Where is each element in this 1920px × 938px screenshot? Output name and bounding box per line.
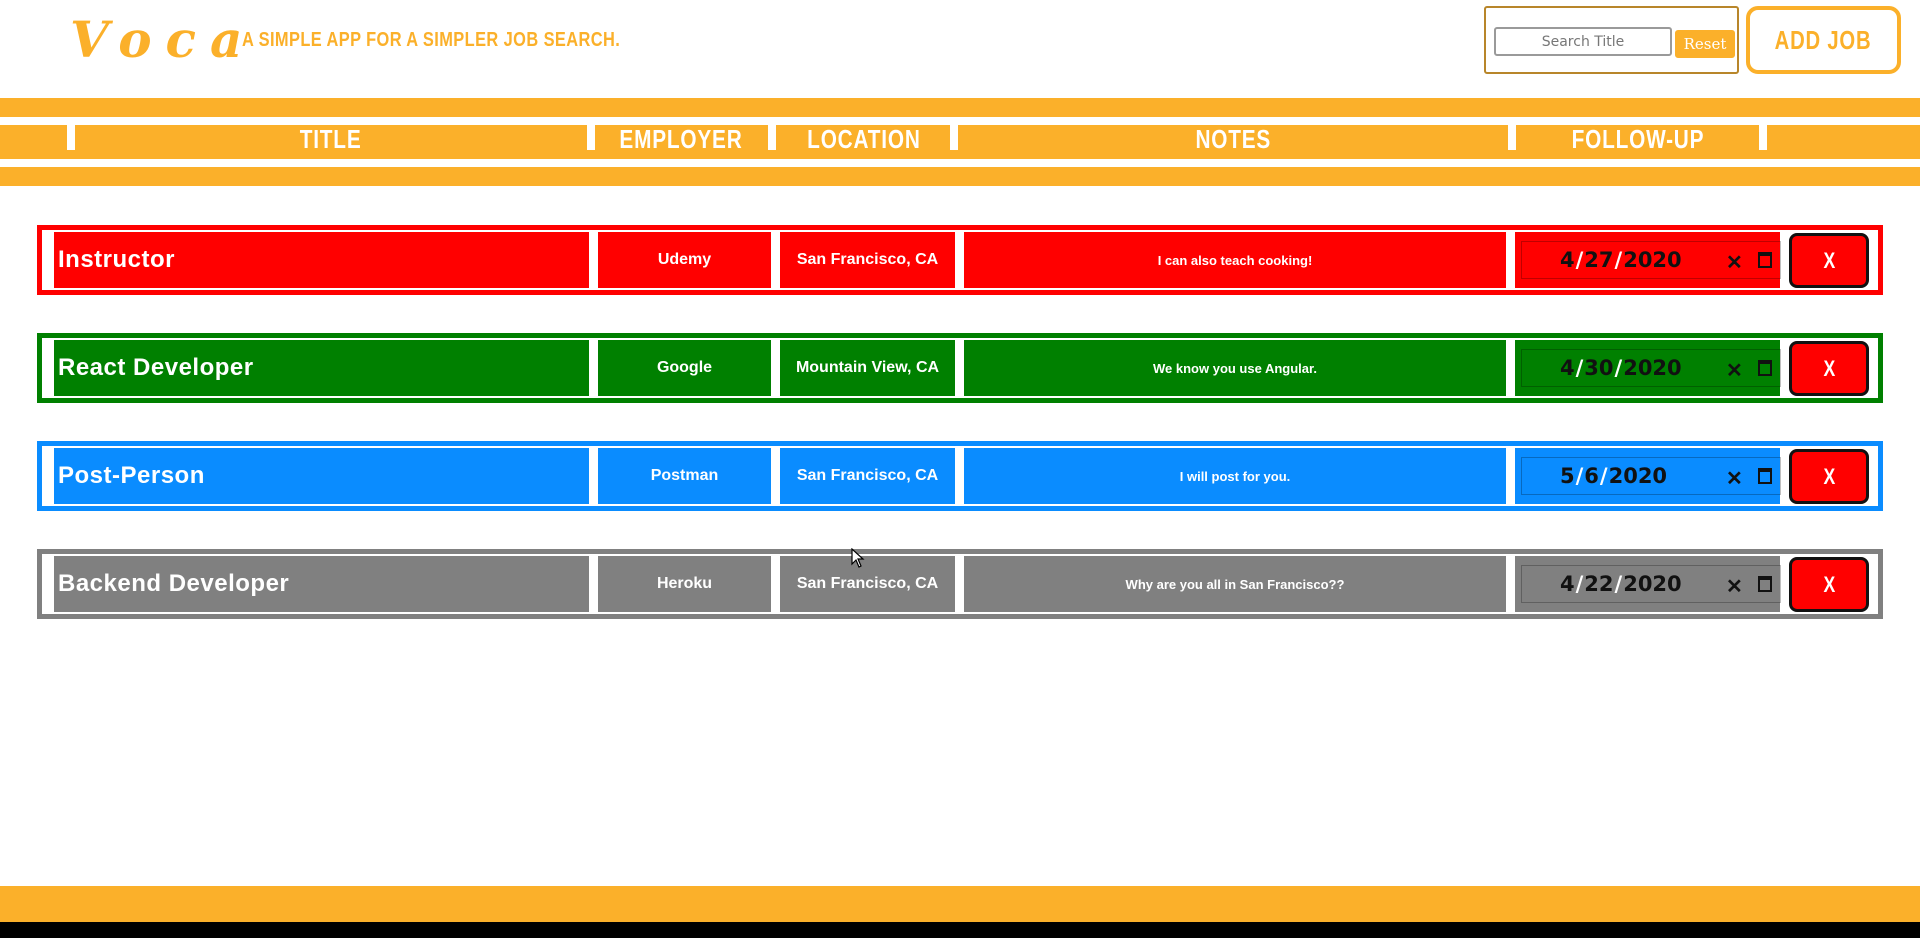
- column-divider: [1508, 124, 1516, 150]
- job-employer[interactable]: Udemy: [598, 232, 771, 288]
- search-panel: Reset: [1484, 6, 1739, 74]
- add-job-button[interactable]: ADD JOB: [1746, 6, 1901, 74]
- job-notes[interactable]: I can also teach cooking!: [964, 232, 1506, 288]
- column-divider: [768, 124, 776, 150]
- column-divider: [67, 124, 75, 150]
- column-divider: [1759, 124, 1767, 150]
- date-month: 5: [1560, 464, 1575, 488]
- app-logo[interactable]: Voca: [70, 10, 256, 69]
- date-year: 2020: [1608, 464, 1668, 488]
- column-header-notes[interactable]: NOTES: [958, 122, 1508, 156]
- app-tagline: A SIMPLE APP FOR A SIMPLER JOB SEARCH.: [242, 29, 621, 51]
- date-day: 27: [1584, 248, 1614, 272]
- calendar-icon[interactable]: [1758, 576, 1772, 592]
- job-employer[interactable]: Postman: [598, 448, 771, 504]
- add-job-label: ADD JOB: [1775, 24, 1872, 55]
- job-title[interactable]: Post-Person: [54, 448, 589, 504]
- date-day: 22: [1584, 572, 1614, 596]
- follow-up-cell: 4/30/2020 ✕: [1515, 340, 1781, 396]
- job-title[interactable]: React Developer: [54, 340, 589, 396]
- column-header-location[interactable]: LOCATION: [776, 122, 952, 156]
- job-row[interactable]: Post-Person Postman San Francisco, CA I …: [37, 441, 1883, 511]
- close-icon[interactable]: ✕: [1726, 466, 1743, 491]
- date-year: 2020: [1623, 572, 1682, 596]
- job-row[interactable]: Backend Developer Heroku San Francisco, …: [37, 549, 1883, 619]
- job-title[interactable]: Backend Developer: [54, 556, 589, 612]
- job-row[interactable]: Instructor Udemy San Francisco, CA I can…: [37, 225, 1883, 295]
- job-location[interactable]: San Francisco, CA: [780, 448, 955, 504]
- date-year: 2020: [1623, 356, 1682, 380]
- date-month: 4: [1560, 248, 1575, 272]
- job-employer[interactable]: Google: [598, 340, 771, 396]
- calendar-icon[interactable]: [1758, 360, 1772, 376]
- column-divider: [587, 124, 595, 150]
- job-location[interactable]: Mountain View, CA: [780, 340, 955, 396]
- date-month: 4: [1560, 356, 1575, 380]
- job-notes[interactable]: We know you use Angular.: [964, 340, 1506, 396]
- calendar-icon[interactable]: [1758, 252, 1772, 268]
- job-notes[interactable]: Why are you all in San Francisco??: [964, 556, 1506, 612]
- reset-button[interactable]: Reset: [1675, 30, 1735, 58]
- date-day: 30: [1584, 356, 1614, 380]
- follow-up-cell: 5/6/2020 ✕: [1515, 448, 1781, 504]
- job-notes[interactable]: I will post for you.: [964, 448, 1506, 504]
- follow-up-cell: 4/27/2020 ✕: [1515, 232, 1781, 288]
- job-title[interactable]: Instructor: [54, 232, 589, 288]
- footer-bar: [0, 886, 1920, 922]
- app-page: Voca A SIMPLE APP FOR A SIMPLER JOB SEAR…: [0, 0, 1920, 922]
- delete-job-button[interactable]: X: [1789, 557, 1869, 612]
- job-row[interactable]: React Developer Google Mountain View, CA…: [37, 333, 1883, 403]
- search-title-input[interactable]: [1494, 27, 1672, 56]
- column-header-title[interactable]: TITLE: [75, 122, 587, 156]
- delete-job-button[interactable]: X: [1789, 341, 1869, 396]
- date-day: 6: [1584, 464, 1599, 488]
- close-icon[interactable]: ✕: [1726, 250, 1743, 275]
- job-location[interactable]: San Francisco, CA: [780, 556, 955, 612]
- job-list: Instructor Udemy San Francisco, CA I can…: [0, 186, 1920, 886]
- date-month: 4: [1560, 572, 1575, 596]
- close-icon[interactable]: ✕: [1726, 358, 1743, 383]
- delete-job-button[interactable]: X: [1789, 449, 1869, 504]
- follow-up-cell: 4/22/2020 ✕: [1515, 556, 1781, 612]
- calendar-icon[interactable]: [1758, 468, 1772, 484]
- band-divider-bottom: [0, 159, 1920, 167]
- job-employer[interactable]: Heroku: [598, 556, 771, 612]
- column-header-follow-up[interactable]: FOLLOW-UP: [1516, 122, 1759, 156]
- delete-job-button[interactable]: X: [1789, 233, 1869, 288]
- date-year: 2020: [1623, 248, 1682, 272]
- close-icon[interactable]: ✕: [1726, 574, 1743, 599]
- column-header-employer[interactable]: EMPLOYER: [595, 122, 767, 156]
- column-divider: [950, 124, 958, 150]
- job-location[interactable]: San Francisco, CA: [780, 232, 955, 288]
